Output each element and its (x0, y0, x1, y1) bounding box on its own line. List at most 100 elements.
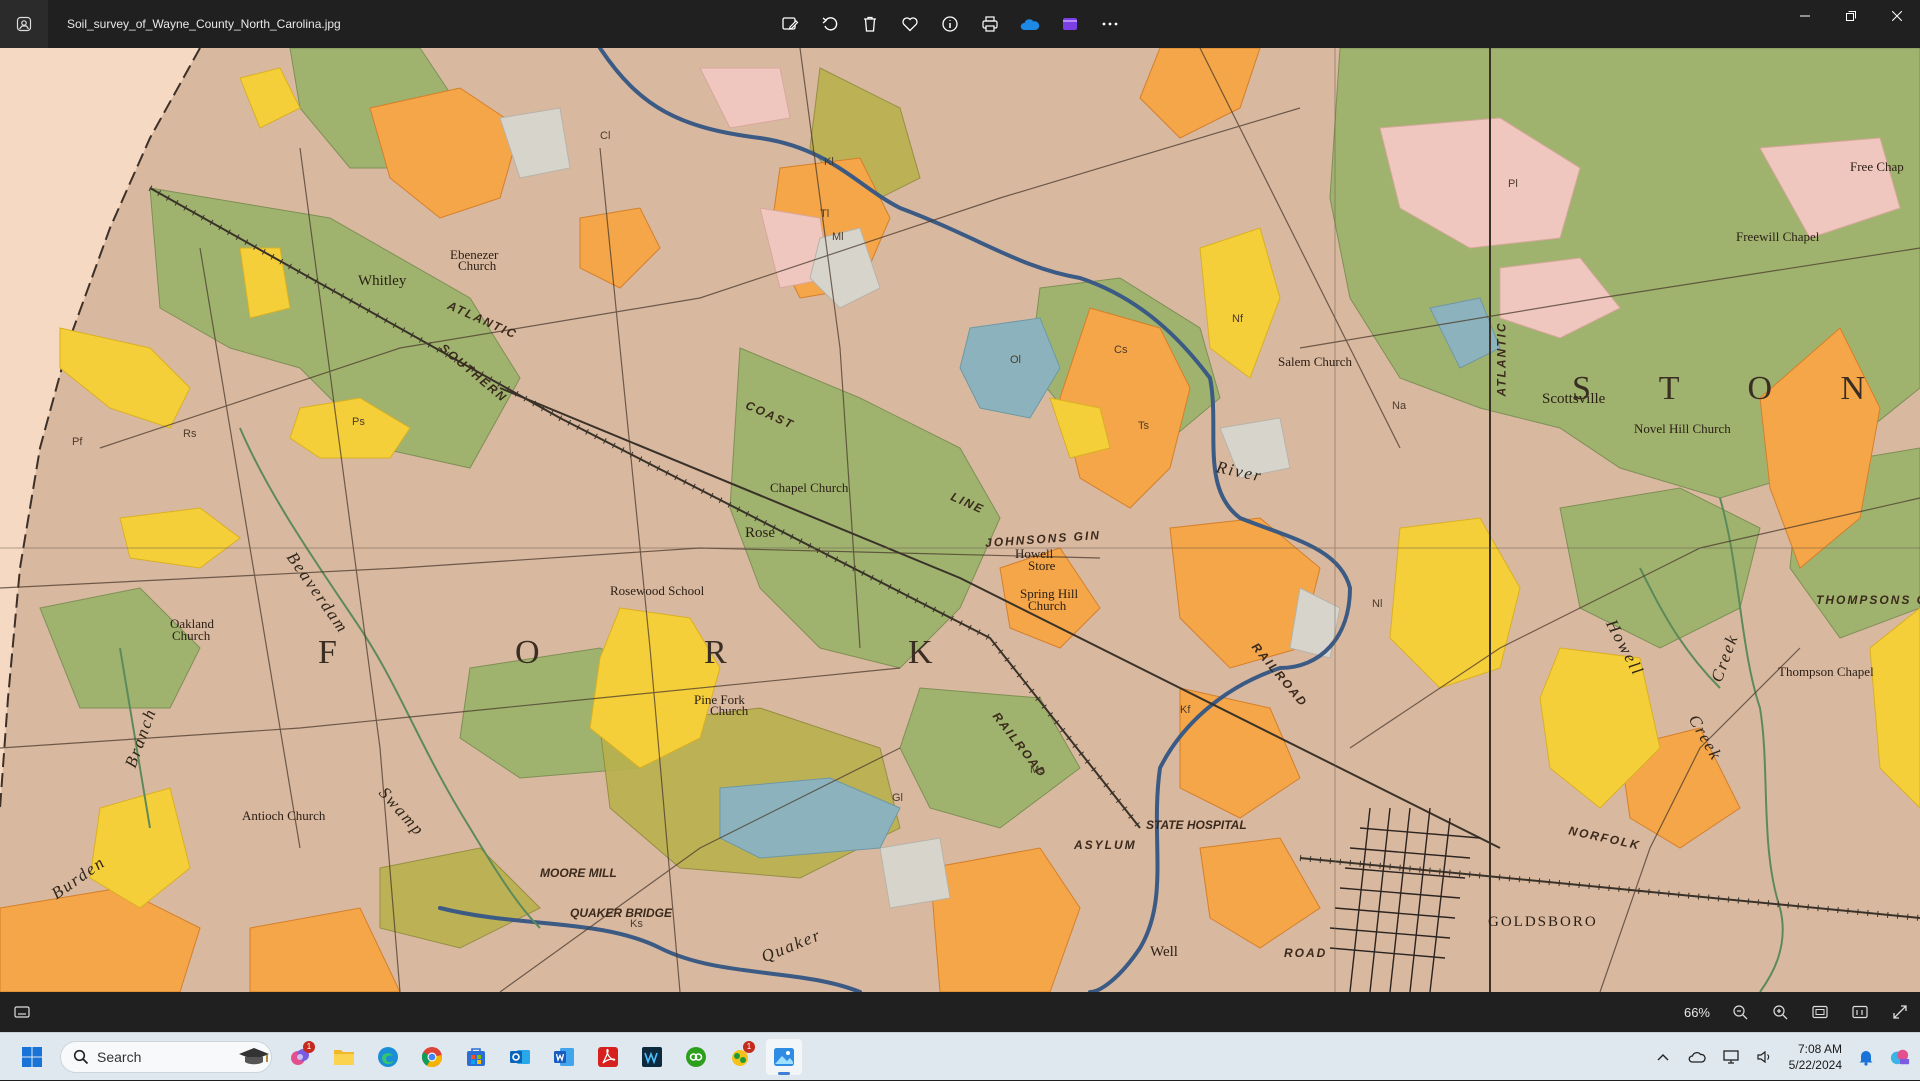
place-novel-hill-church: Novel Hill Church (1634, 421, 1731, 436)
status-bar: 66% (0, 992, 1920, 1032)
place-chapel-church: Chapel Church (770, 480, 849, 495)
place-state-hospital: STATE HOSPITAL (1146, 818, 1247, 832)
place-goldsboro: GOLDSBORO (1488, 914, 1598, 930)
fullscreen-icon[interactable] (1890, 1002, 1910, 1022)
clock-time: 7:08 AM (1797, 1042, 1842, 1056)
info-icon[interactable] (940, 14, 960, 34)
railroad-road: ROAD (1284, 946, 1328, 960)
soil-code: Cl (600, 130, 611, 142)
clipchamp-icon[interactable] (1060, 14, 1080, 34)
zoom-level[interactable]: 66% (1670, 1005, 1710, 1020)
place-whitley: Whitley (358, 273, 407, 289)
window-controls (1782, 0, 1920, 32)
search-icon (73, 1049, 89, 1064)
acrobat-icon[interactable] (590, 1039, 626, 1075)
place-thompsons: THOMPSONS G (1816, 593, 1920, 607)
soil-code: Ms (1030, 764, 1045, 776)
green-app-icon[interactable]: 1 (722, 1039, 758, 1075)
soil-code: Na (1392, 400, 1407, 412)
place-spring-hill-church: Church (1028, 598, 1067, 613)
image-toolbar (780, 0, 1120, 48)
restore-icon[interactable] (1828, 0, 1874, 32)
soil-code: Pf (72, 436, 83, 448)
onedrive-icon[interactable] (1020, 14, 1040, 34)
more-icon[interactable] (1100, 14, 1120, 34)
photos-icon[interactable] (766, 1038, 802, 1075)
soil-code: Rs (183, 428, 197, 440)
soil-code: Ol (1010, 354, 1021, 366)
place-thompson-chapel: Thompson Chapel (1778, 664, 1874, 679)
chrome-icon[interactable] (414, 1039, 450, 1075)
soil-code: Tl (820, 208, 830, 220)
title-bar: Soil_survey_of_Wayne_County_North_Caroli… (0, 0, 1920, 48)
railroad-atlantic-vertical: ATLANTIC (1494, 321, 1509, 397)
chevron-up-icon[interactable] (1653, 1047, 1673, 1067)
place-oakland-church: Church (172, 628, 211, 643)
taskbar-search-box[interactable]: Search (60, 1040, 272, 1073)
clock[interactable]: 7:08 AM 5/22/2024 (1789, 1041, 1842, 1073)
filmstrip-icon[interactable] (12, 1002, 32, 1022)
place-moore-mill: MOORE MILL (540, 866, 617, 880)
place-asylum: ASYLUM (1074, 838, 1137, 852)
delete-icon[interactable] (860, 14, 880, 34)
township-letter-o: O (515, 634, 548, 671)
minimize-icon[interactable] (1782, 0, 1828, 32)
outlook-icon[interactable] (502, 1039, 538, 1075)
waves-icon[interactable] (634, 1039, 670, 1075)
place-ebenezer-church: Church (458, 258, 497, 273)
zoom-controls: 66% (1670, 992, 1910, 1032)
rotate-icon[interactable] (820, 14, 840, 34)
soil-code: Ps (352, 416, 365, 428)
taskbar: Search 1 1 7:08 AM 5/22/2024 (0, 1032, 1920, 1080)
township-stony: S T O N Y (1572, 370, 1920, 407)
soil-code: Gl (892, 792, 903, 804)
place-free-chap: Free Chap (1850, 159, 1904, 174)
soil-code: Ml (832, 231, 844, 243)
soil-code: Nl (1372, 598, 1383, 610)
word-icon[interactable] (546, 1039, 582, 1075)
photos-app-icon[interactable] (0, 0, 48, 48)
actual-size-icon[interactable] (1850, 1002, 1870, 1022)
soil-code: Ts (1138, 420, 1149, 432)
file-explorer-icon[interactable] (326, 1039, 362, 1075)
township-letter-f: F (318, 634, 345, 671)
township-letter-r: R (704, 634, 735, 671)
search-placeholder: Search (97, 1048, 142, 1065)
close-icon[interactable] (1874, 0, 1920, 32)
soil-code: Nf (1232, 313, 1243, 325)
notification-bell-icon[interactable] (1856, 1047, 1876, 1067)
place-quaker-bridge: QUAKER BRIDGE (570, 906, 673, 920)
fit-window-icon[interactable] (1810, 1002, 1830, 1022)
favorite-icon[interactable] (900, 14, 920, 34)
taskbar-apps: 1 1 (282, 1038, 802, 1075)
place-rose: Rose (745, 525, 775, 541)
edit-image-icon[interactable] (780, 14, 800, 34)
system-tray: 7:08 AM 5/22/2024 (1653, 1033, 1910, 1081)
network-cloud-icon[interactable] (1687, 1047, 1707, 1067)
copilot-icon[interactable]: 1 (282, 1039, 318, 1075)
soil-code: Kf (1180, 704, 1191, 716)
clock-date: 5/22/2024 (1788, 1058, 1842, 1072)
windows-start-icon[interactable] (16, 1041, 48, 1073)
edge-icon[interactable] (370, 1039, 406, 1075)
store-icon[interactable] (458, 1039, 494, 1075)
place-rosewood-school: Rosewood School (610, 583, 705, 598)
image-viewport[interactable]: Whitley Ebenezer Church Chapel Church Ro… (0, 48, 1920, 992)
zoom-out-icon[interactable] (1730, 1002, 1750, 1022)
soil-code: Ks (630, 918, 643, 930)
monitor-icon[interactable] (1721, 1047, 1741, 1067)
speaker-icon[interactable] (1755, 1047, 1775, 1067)
soil-code: Pl (1508, 178, 1518, 190)
place-salem-church: Salem Church (1278, 354, 1353, 369)
print-icon[interactable] (980, 14, 1000, 34)
place-freewill-chapel: Freewill Chapel (1736, 229, 1820, 244)
zoom-in-icon[interactable] (1770, 1002, 1790, 1022)
notification-badge: 1 (303, 1040, 315, 1053)
township-letter-k: K (908, 634, 941, 671)
copilot-tray-icon[interactable] (1890, 1047, 1910, 1067)
place-well: Well (1150, 944, 1178, 960)
place-howell-store: Store (1028, 558, 1056, 573)
place-antioch-church: Antioch Church (242, 808, 326, 823)
soil-code: Cs (1114, 344, 1128, 356)
quickbooks-icon[interactable] (678, 1039, 714, 1075)
